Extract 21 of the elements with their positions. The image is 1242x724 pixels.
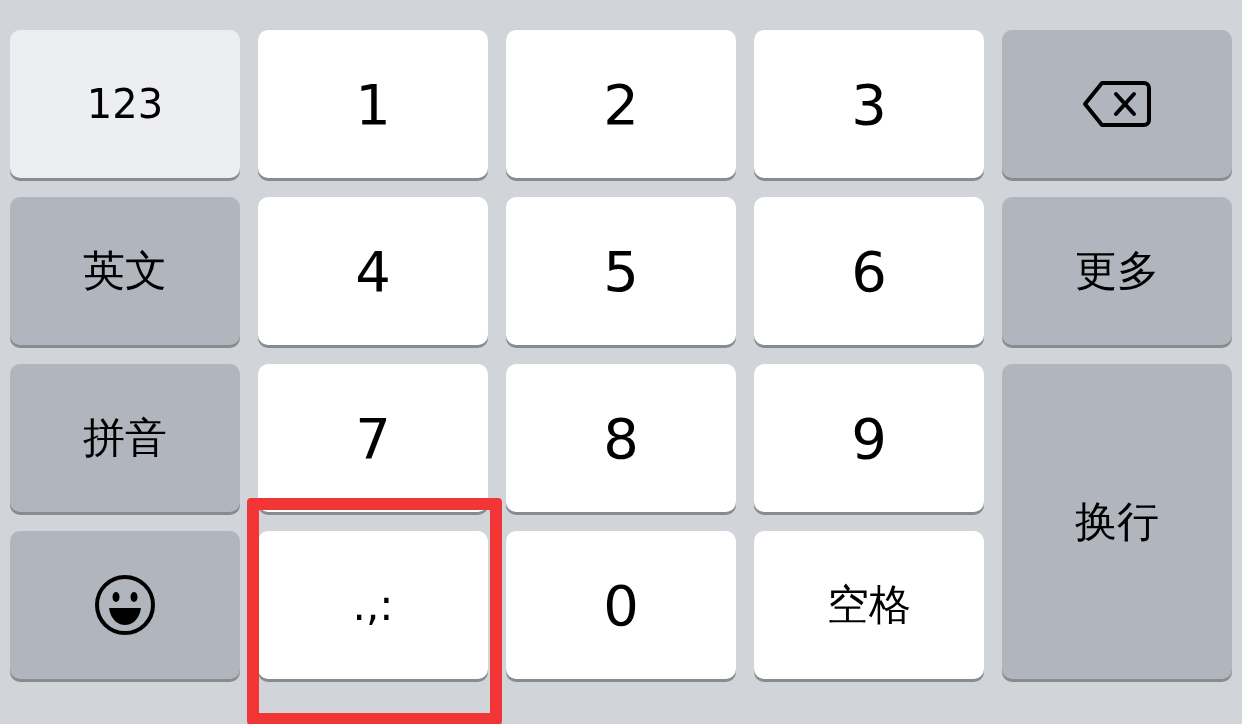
backspace-key[interactable] bbox=[1002, 30, 1232, 178]
key-button[interactable]: 更多 bbox=[1002, 197, 1232, 345]
key-button[interactable]: .,: bbox=[258, 531, 488, 679]
key-button[interactable]: 6 bbox=[754, 197, 984, 345]
key-button[interactable]: 拼音 bbox=[10, 364, 240, 512]
key-button[interactable]: 9 bbox=[754, 364, 984, 512]
key-button[interactable]: 2 bbox=[506, 30, 736, 178]
key-button[interactable]: 英文 bbox=[10, 197, 240, 345]
key-button[interactable]: 8 bbox=[506, 364, 736, 512]
key-button[interactable]: 空格 bbox=[754, 531, 984, 679]
key-button[interactable]: 1 bbox=[258, 30, 488, 178]
key-button[interactable]: 3 bbox=[754, 30, 984, 178]
key-button[interactable]: 123 bbox=[10, 30, 240, 178]
key-button[interactable]: 换行 bbox=[1002, 364, 1232, 679]
key-button[interactable]: 0 bbox=[506, 531, 736, 679]
key-button[interactable]: 7 bbox=[258, 364, 488, 512]
key-button[interactable]: 4 bbox=[258, 197, 488, 345]
key-button[interactable]: 5 bbox=[506, 197, 736, 345]
emoji-key[interactable] bbox=[10, 531, 240, 679]
backspace-icon bbox=[1082, 80, 1152, 128]
smiley-icon bbox=[93, 573, 157, 637]
